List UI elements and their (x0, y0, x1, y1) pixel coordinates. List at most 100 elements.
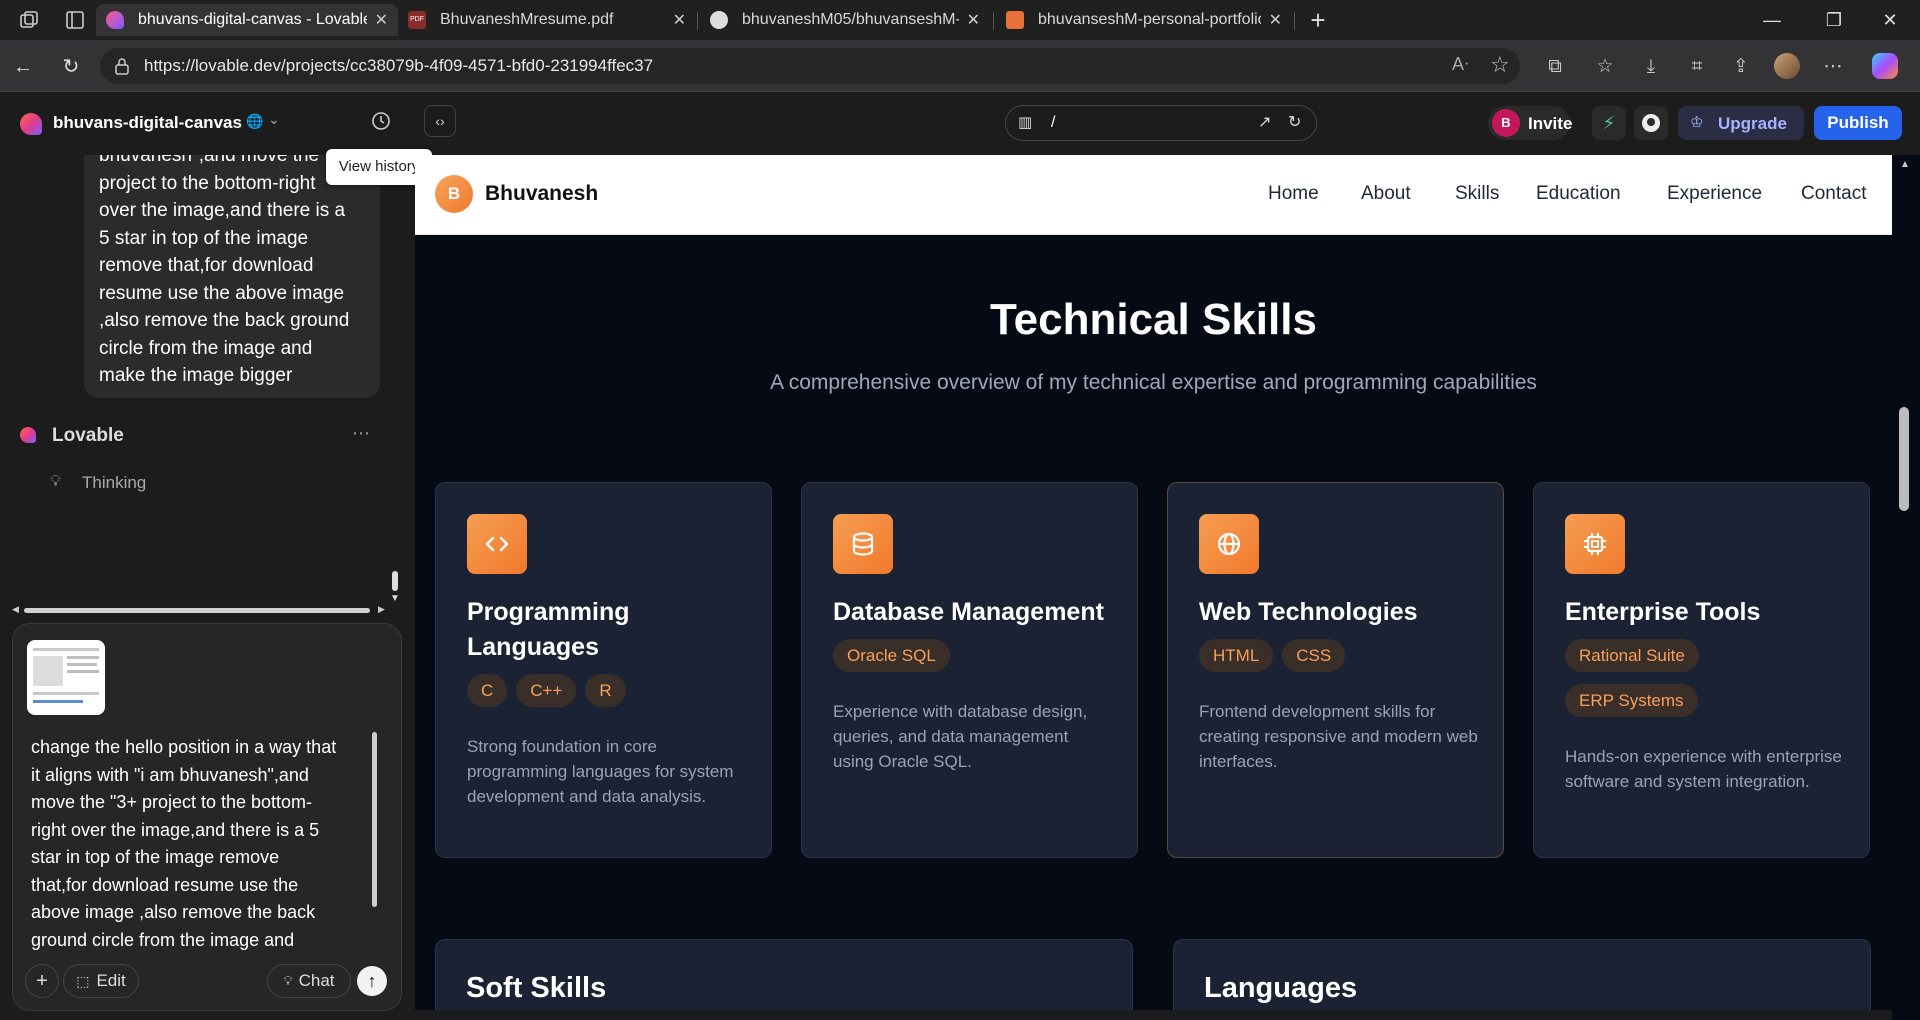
workspaces-icon[interactable] (18, 9, 40, 31)
download-icon[interactable]: ⤓ (1638, 54, 1664, 80)
restore-icon[interactable]: ❐ (1822, 8, 1846, 32)
lovable-heart-icon (106, 11, 124, 29)
upgrade-label: Upgrade (1718, 114, 1787, 133)
attached-image-thumbnail[interactable] (27, 640, 105, 715)
pdf-icon: PDF (408, 11, 426, 29)
chip-icon (1565, 514, 1625, 574)
github-button[interactable] (1634, 106, 1668, 140)
copilot-icon[interactable] (1872, 53, 1898, 79)
site-brand[interactable]: Bhuvanesh (485, 182, 598, 206)
github-icon (710, 11, 728, 29)
skill-chip: CSS (1282, 639, 1346, 672)
chevron-down-icon[interactable]: ⌄ (268, 111, 280, 128)
profile-avatar[interactable] (1774, 53, 1800, 79)
message-line: ,also remove the back ground (99, 310, 350, 331)
languages-card: Languages (1173, 939, 1871, 1010)
share-icon[interactable]: ⇪ (1728, 54, 1754, 80)
favorites-icon[interactable]: ☆ (1592, 54, 1618, 80)
open-external-icon[interactable]: ↗ (1258, 112, 1271, 132)
card-title: Enterprise Tools (1565, 598, 1761, 626)
user-message: bhuvanesh",and move the project to the b… (84, 155, 380, 398)
more-options-icon[interactable]: ⋯ (352, 423, 370, 444)
message-line: remove that,for download (99, 255, 314, 276)
close-tab-icon[interactable]: ✕ (375, 10, 388, 30)
tab-title: BhuvaneshMresume.pdf (440, 11, 614, 28)
code-view-button[interactable]: ‹› (424, 105, 456, 137)
prompt-input[interactable]: change the hello position in a way that … (31, 734, 383, 959)
code-icon (467, 514, 527, 574)
card-description: Experience with database design, queries… (833, 702, 1088, 771)
preview-scrollbar[interactable]: ▲ (1892, 155, 1920, 1020)
minimize-icon[interactable]: — (1760, 8, 1784, 32)
message-line: over the image,and there is a (99, 200, 346, 221)
close-tab-icon[interactable]: ✕ (673, 10, 686, 30)
more-icon[interactable]: ⋯ (1820, 54, 1846, 80)
skill-chip: C (467, 674, 508, 707)
project-name[interactable]: bhuvans-digital-canvas (53, 113, 242, 133)
message-line: resume use the above image (99, 282, 345, 304)
supabase-bolt-button[interactable]: ⚡ (1592, 106, 1626, 140)
tab-lovable[interactable]: bhuvans-digital-canvas - Lovable ✕ (96, 4, 398, 36)
new-tab-icon[interactable]: + (1306, 7, 1330, 33)
favorite-star-icon[interactable]: ☆ (1490, 52, 1510, 78)
upgrade-button[interactable]: ♔ Upgrade (1678, 106, 1804, 140)
nav-about[interactable]: About (1361, 183, 1411, 205)
history-icon[interactable] (370, 110, 392, 132)
reload-preview-icon[interactable]: ↻ (1288, 112, 1301, 132)
agent-name: Lovable (52, 425, 124, 446)
card-title: Programming Languages (467, 598, 630, 661)
nav-education[interactable]: Education (1536, 183, 1621, 205)
chat-mode-button[interactable]: 💡︎ Chat (267, 964, 351, 998)
nav-skills[interactable]: Skills (1455, 183, 1499, 205)
preview-url-bar[interactable]: ▥ / ↗ ↻ (1005, 105, 1317, 141)
nav-experience[interactable]: Experience (1667, 183, 1762, 205)
skill-chip: HTML (1199, 639, 1274, 672)
chat-scroll-down-icon[interactable]: ▼ (390, 593, 400, 604)
lightbulb-icon: 💡︎ (50, 473, 62, 490)
site-logo[interactable]: B (435, 175, 473, 213)
crown-icon: ♔ (1690, 114, 1704, 131)
scroll-thumb[interactable] (1899, 407, 1909, 511)
scroll-right-icon[interactable]: ▶ (378, 604, 385, 615)
chat-composer[interactable]: change the hello position in a way that … (12, 623, 402, 1011)
refresh-icon[interactable]: ↻ (58, 54, 84, 80)
skill-card-database: Database Management Oracle SQL Experienc… (801, 482, 1138, 858)
message-line: circle from the image and (99, 337, 313, 359)
tab-resume-pdf[interactable]: PDF BhuvaneshMresume.pdf ✕ (398, 4, 696, 36)
composer-scrollbar[interactable] (372, 732, 377, 907)
nav-contact[interactable]: Contact (1801, 183, 1866, 205)
add-button[interactable]: + (25, 964, 59, 998)
close-tab-icon[interactable]: ✕ (967, 10, 980, 30)
lock-icon (114, 57, 130, 75)
vertical-tabs-icon[interactable] (64, 9, 86, 31)
publish-button[interactable]: Publish (1814, 106, 1902, 140)
portfolio-icon (1006, 11, 1024, 29)
skill-card-enterprise: Enterprise Tools Rational Suite ERP Syste… (1533, 482, 1870, 858)
chat-scroll-handle[interactable] (392, 571, 398, 591)
chat-label: Chat (298, 971, 335, 990)
scroll-up-icon[interactable]: ▲ (1900, 159, 1910, 170)
tab-title: bhuvaneshM05/bhuvanseshM-pe (742, 11, 959, 28)
avatar: B (1492, 109, 1520, 137)
public-globe-icon: 🌐 (246, 113, 264, 129)
screenshot-icon[interactable]: ⌗ (1684, 54, 1710, 80)
tab-github[interactable]: bhuvaneshM05/bhuvanseshM-pe ✕ (700, 4, 990, 36)
close-tab-icon[interactable]: ✕ (1269, 10, 1282, 30)
horizontal-scrollbar[interactable] (24, 608, 370, 613)
tab-portfolio[interactable]: bhuvanseshM-personal-portfolio ✕ (996, 4, 1292, 36)
edit-button[interactable]: ⬚ Edit (63, 964, 139, 998)
address-bar[interactable]: https://lovable.dev/projects/cc38079b-4f… (100, 48, 1520, 84)
read-aloud-icon[interactable]: Aᐧ (1452, 54, 1469, 75)
book-icon: ▥ (1018, 114, 1033, 131)
tab-title: bhuvanseshM-personal-portfolio (1038, 11, 1261, 28)
site-preview: B Bhuvanesh Home About Skills Education … (415, 155, 1892, 1010)
nav-home[interactable]: Home (1268, 183, 1319, 205)
scroll-left-icon[interactable]: ◀ (12, 604, 19, 615)
skill-chip: Oracle SQL (833, 639, 950, 672)
close-window-icon[interactable]: ✕ (1878, 8, 1902, 32)
lovable-logo-icon (20, 113, 42, 135)
extensions-icon[interactable]: ⧉ (1542, 54, 1568, 80)
send-button[interactable]: ↑ (357, 966, 387, 996)
invite-button[interactable]: B Invite (1488, 106, 1572, 140)
back-icon[interactable]: ← (10, 54, 36, 80)
